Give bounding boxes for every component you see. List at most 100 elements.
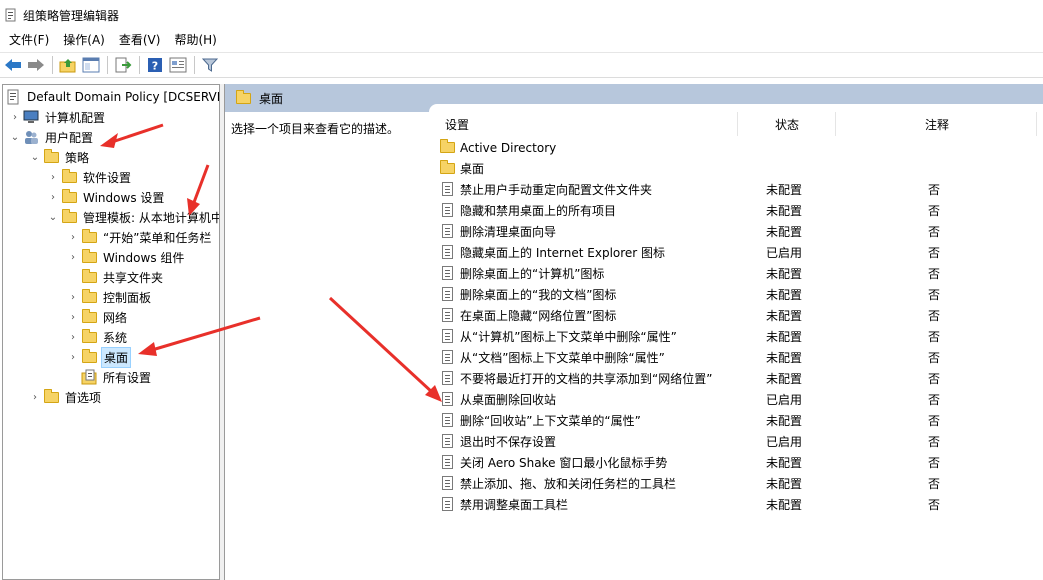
settings-list: 设置 状态 注释 Active Directory 桌面 禁止用户手动重定向配置…: [429, 104, 1043, 580]
forward-icon[interactable]: [25, 54, 47, 76]
table-row[interactable]: 从“计算机”图标上下文菜单中删除“属性” 未配置 否: [429, 326, 1043, 347]
policy-setting-icon: [439, 475, 455, 491]
menu-action[interactable]: 操作(A): [56, 30, 112, 50]
tree-item-computer-config[interactable]: › 计算机配置: [7, 107, 107, 127]
tree-item-shared-folders[interactable]: 共享文件夹: [65, 267, 165, 287]
folder-icon: [43, 389, 59, 405]
table-row[interactable]: 关闭 Aero Shake 窗口最小化鼠标手势 未配置 否: [429, 452, 1043, 473]
filter-icon[interactable]: [199, 54, 221, 76]
setting-state: 未配置: [766, 330, 803, 344]
setting-state: 未配置: [766, 477, 803, 491]
setting-state: 未配置: [766, 183, 803, 197]
tree-item-admin-templates[interactable]: ⌄ 管理模板: 从本地计算机中: [45, 207, 219, 227]
policy-icon: [5, 89, 21, 105]
tree-item-software-settings[interactable]: › 软件设置: [45, 167, 133, 187]
tree-label: 用户配置: [45, 130, 94, 145]
table-row[interactable]: 删除清理桌面向导 未配置 否: [429, 221, 1043, 242]
tree-item-windows-components[interactable]: › Windows 组件: [65, 247, 186, 267]
table-row[interactable]: 隐藏桌面上的 Internet Explorer 图标 已启用 否: [429, 242, 1043, 263]
tree-label: 共享文件夹: [103, 270, 164, 285]
tree-item-network[interactable]: › 网络: [65, 307, 129, 327]
column-header-setting[interactable]: 设置: [445, 112, 469, 136]
folder-icon: [81, 309, 97, 325]
setting-comment: 否: [928, 204, 941, 218]
description-text: 选择一个项目来查看它的描述。: [231, 122, 400, 136]
expand-chevron-icon[interactable]: ›: [65, 227, 81, 247]
table-row[interactable]: 隐藏和禁用桌面上的所有项目 未配置 否: [429, 200, 1043, 221]
tree-item-start-menu-taskbar[interactable]: › “开始”菜单和任务栏: [65, 227, 213, 247]
column-divider[interactable]: [835, 112, 836, 136]
export-list-icon[interactable]: [112, 54, 134, 76]
setting-name: 禁止用户手动重定向配置文件文件夹: [460, 183, 653, 197]
setting-state: 未配置: [766, 351, 803, 365]
show-hide-tree-icon[interactable]: [80, 54, 102, 76]
list-folder-row[interactable]: Active Directory: [429, 137, 1043, 158]
expand-chevron-icon[interactable]: ›: [45, 187, 61, 207]
folder-icon: [61, 209, 77, 225]
table-row[interactable]: 退出时不保存设置 已启用 否: [429, 431, 1043, 452]
table-row[interactable]: 从“文档”图标上下文菜单中删除“属性” 未配置 否: [429, 347, 1043, 368]
table-row[interactable]: 删除桌面上的“我的文档”图标 未配置 否: [429, 284, 1043, 305]
expand-chevron-icon[interactable]: ›: [65, 307, 81, 327]
expand-chevron-icon[interactable]: ›: [27, 387, 43, 407]
expand-chevron-icon[interactable]: ›: [65, 327, 81, 347]
expand-chevron-icon[interactable]: ›: [65, 347, 81, 367]
menu-help[interactable]: 帮助(H): [167, 30, 223, 50]
properties-view-icon[interactable]: [167, 54, 189, 76]
policy-setting-icon: [439, 349, 455, 365]
expand-chevron-icon[interactable]: ›: [65, 247, 81, 267]
menu-file[interactable]: 文件(F): [2, 30, 56, 50]
up-folder-icon[interactable]: [57, 54, 79, 76]
table-row[interactable]: 禁用调整桌面工具栏 未配置 否: [429, 494, 1043, 515]
menu-view[interactable]: 查看(V): [112, 30, 168, 50]
table-row[interactable]: 禁止添加、拖、放和关闭任务栏的工具栏 未配置 否: [429, 473, 1043, 494]
table-row[interactable]: 不要将最近打开的文档的共享添加到“网络位置” 未配置 否: [429, 368, 1043, 389]
setting-name: 删除桌面上的“计算机”图标: [460, 267, 605, 281]
column-header-state[interactable]: 状态: [775, 112, 799, 136]
setting-name: 在桌面上隐藏“网络位置”图标: [460, 309, 617, 323]
tree-label: 系统: [103, 330, 128, 345]
policy-setting-icon: [439, 286, 455, 302]
back-icon[interactable]: [2, 54, 24, 76]
table-row[interactable]: 在桌面上隐藏“网络位置”图标 未配置 否: [429, 305, 1043, 326]
setting-state: 未配置: [766, 288, 803, 302]
tree-item-control-panel[interactable]: › 控制面板: [65, 287, 153, 307]
expand-chevron-icon[interactable]: ›: [45, 167, 61, 187]
expand-chevron-icon[interactable]: ›: [65, 287, 81, 307]
setting-name: 不要将最近打开的文档的共享添加到“网络位置”: [460, 372, 713, 386]
tree-item-preferences[interactable]: › 首选项: [27, 387, 103, 407]
column-header-comment[interactable]: 注释: [925, 112, 949, 136]
collapse-chevron-icon[interactable]: ⌄: [27, 147, 43, 167]
setting-comment: 否: [928, 351, 941, 365]
table-row[interactable]: 禁止用户手动重定向配置文件文件夹 未配置 否: [429, 179, 1043, 200]
table-row[interactable]: 删除桌面上的“计算机”图标 未配置 否: [429, 263, 1043, 284]
tree-item-user-config[interactable]: ⌄ 用户配置: [7, 127, 95, 147]
collapse-chevron-icon[interactable]: ⌄: [45, 207, 61, 227]
setting-name: 关闭 Aero Shake 窗口最小化鼠标手势: [460, 456, 668, 470]
policy-setting-icon: [439, 496, 455, 512]
tree-item-windows-settings[interactable]: › Windows 设置: [45, 187, 166, 207]
tree-item-default-domain-policy[interactable]: Default Domain Policy [DCSERVE: [5, 87, 219, 107]
tree-item-all-settings[interactable]: 所有设置: [65, 367, 153, 387]
expand-chevron-icon[interactable]: ›: [7, 107, 23, 127]
setting-state: 未配置: [766, 309, 803, 323]
column-divider[interactable]: [1036, 112, 1037, 136]
setting-comment: 否: [928, 372, 941, 386]
help-icon[interactable]: ?: [144, 54, 166, 76]
tree-label: 控制面板: [103, 290, 152, 305]
tree-item-system[interactable]: › 系统: [65, 327, 129, 347]
table-row[interactable]: 删除“回收站”上下文菜单的“属性” 未配置 否: [429, 410, 1043, 431]
setting-comment: 否: [928, 246, 941, 260]
table-row[interactable]: 从桌面删除回收站 已启用 否: [429, 389, 1043, 410]
all-settings-icon: [81, 369, 97, 385]
tree-item-policies[interactable]: ⌄ 策略: [27, 147, 91, 167]
setting-name: 从桌面删除回收站: [460, 393, 557, 407]
collapse-chevron-icon[interactable]: ⌄: [7, 127, 23, 147]
folder-icon: [81, 329, 97, 345]
folder-icon: [61, 189, 77, 205]
column-divider[interactable]: [737, 112, 738, 136]
list-folder-row[interactable]: 桌面: [429, 158, 1043, 179]
tree-item-desktop[interactable]: › 桌面: [65, 346, 132, 368]
tree-label: 计算机配置: [45, 110, 106, 125]
tree-label: 网络: [103, 310, 128, 325]
